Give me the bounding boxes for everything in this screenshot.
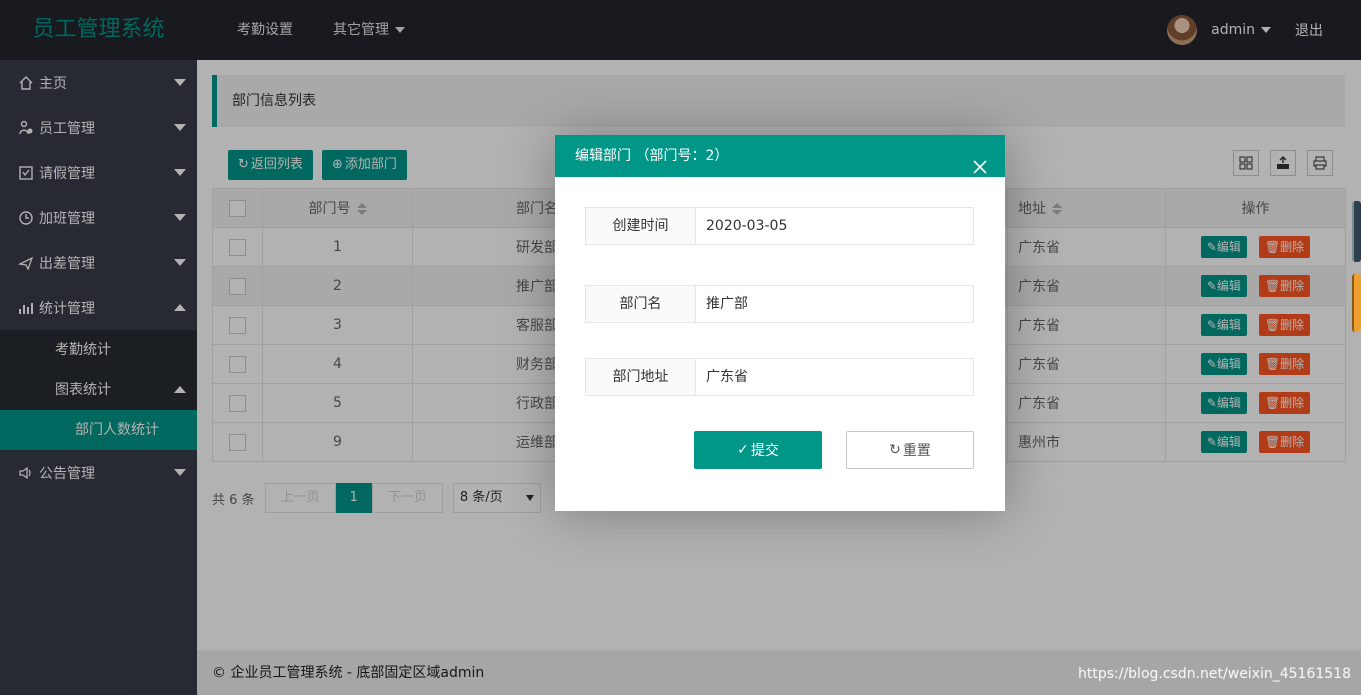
- dept-name-field[interactable]: 推广部: [696, 286, 973, 322]
- button-label: 提交: [750, 443, 779, 459]
- field-label: 部门名: [586, 286, 696, 322]
- check-icon: ✓: [737, 442, 749, 458]
- field-label: 创建时间: [586, 208, 696, 244]
- created-time-row: 创建时间 2020-03-05: [585, 207, 974, 245]
- dept-address-row: 部门地址 广东省: [585, 358, 974, 396]
- dept-name-row: 部门名 推广部: [585, 285, 974, 323]
- dialog-title: 编辑部门 （部门号：2）: [575, 148, 729, 164]
- field-label: 部门地址: [586, 359, 696, 395]
- created-time-field[interactable]: 2020-03-05: [696, 208, 973, 244]
- reset-button[interactable]: ↻ 重置: [846, 431, 974, 469]
- edit-department-dialog: 编辑部门 （部门号：2） 创建时间 2020-03-05 部门名 推广部 部门地…: [555, 135, 1005, 511]
- submit-button[interactable]: ✓ 提交: [694, 431, 822, 469]
- button-label: 重置: [902, 443, 931, 459]
- close-icon[interactable]: [973, 149, 987, 174]
- watermark: https://blog.csdn.net/weixin_45161518: [1077, 666, 1351, 682]
- dialog-header: 编辑部门 （部门号：2）: [555, 135, 1005, 177]
- scrollbar-thumb[interactable]: [1352, 201, 1361, 262]
- refresh-icon: ↻: [889, 442, 901, 458]
- dept-address-field[interactable]: 广东省: [696, 359, 973, 395]
- scrollbar-thumb-secondary[interactable]: [1352, 274, 1361, 332]
